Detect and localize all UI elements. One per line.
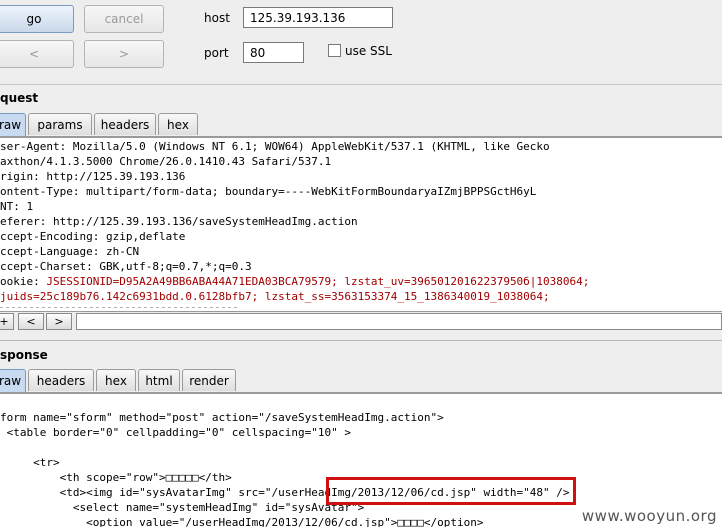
back-button[interactable]: < (0, 40, 74, 68)
tab-response-html[interactable]: html (138, 369, 180, 391)
response-line: <select name="systemHeadImg" id="sysAvat… (0, 501, 365, 514)
request-line: axthon/4.1.3.5000 Chrome/26.0.1410.43 Sa… (0, 155, 332, 168)
tab-request-headers[interactable]: headers (94, 113, 156, 135)
request-line: ccept-Language: zh-CN (0, 245, 140, 258)
request-prev-button[interactable]: < (18, 313, 44, 330)
toolbar-divider (0, 84, 722, 85)
response-line: form name="sform" method="post" action="… (0, 411, 444, 424)
host-label: host (204, 11, 230, 25)
response-line: <option value="/userHeadImg/2013/12/06/c… (0, 516, 484, 527)
response-tabs: raw headers hex html render (0, 369, 722, 393)
response-title: sponse (0, 348, 48, 362)
forward-button[interactable]: > (84, 40, 164, 68)
tab-response-raw[interactable]: raw (0, 369, 26, 392)
cropped-line (0, 305, 240, 310)
request-next-button[interactable]: > (46, 313, 72, 330)
cancel-button[interactable]: cancel (84, 5, 164, 33)
request-line: eferer: http://125.39.193.136/saveSystem… (0, 215, 358, 228)
request-line: rigin: http://125.39.193.136 (0, 170, 186, 183)
section-divider (0, 340, 722, 341)
ssl-label: use SSL (345, 44, 392, 58)
highlight-box (326, 477, 576, 505)
port-label: port (204, 46, 229, 60)
response-line: <th scope="row">□□□□□</th> (0, 471, 232, 484)
cookie-key: ookie: (0, 275, 47, 288)
cookie-value: JSESSIONID=D95A2A49BB6ABA44A71EDA03BCA79… (46, 275, 590, 288)
request-search-input[interactable] (76, 313, 722, 330)
request-line: ontent-Type: multipart/form-data; bounda… (0, 185, 537, 198)
response-line: <table border="0" cellpadding="0" cellsp… (0, 426, 351, 439)
tab-response-headers[interactable]: headers (28, 369, 94, 391)
cookie-line: ookie: JSESSIONID=D95A2A49BB6ABA44A71EDA… (0, 274, 589, 289)
host-input[interactable]: 125.39.193.136 (243, 7, 393, 28)
request-body[interactable]: ser-Agent: Mozilla/5.0 (Windows NT 6.1; … (0, 137, 722, 312)
tab-request-hex[interactable]: hex (158, 113, 198, 135)
tab-request-params[interactable]: params (28, 113, 92, 135)
cookie-value: juids=25c189b76.142c6931bdd.0.6128bfb7; … (0, 290, 550, 303)
request-line: NT: 1 (0, 200, 34, 213)
port-input[interactable]: 80 (243, 42, 304, 63)
response-line: <tr> (0, 456, 60, 469)
request-tabs: raw params headers hex (0, 113, 722, 137)
tab-request-raw[interactable]: raw (0, 113, 26, 136)
cookie-line: juids=25c189b76.142c6931bdd.0.6128bfb7; … (0, 289, 550, 304)
request-line: ser-Agent: Mozilla/5.0 (Windows NT 6.1; … (0, 140, 550, 153)
tab-response-hex[interactable]: hex (96, 369, 136, 391)
request-add-button[interactable]: + (0, 313, 14, 330)
go-button[interactable]: go (0, 5, 74, 33)
request-line: ccept-Encoding: gzip,deflate (0, 230, 186, 243)
ssl-checkbox[interactable] (328, 44, 341, 57)
tab-response-render[interactable]: render (182, 369, 236, 391)
watermark: www.wooyun.org (578, 507, 720, 525)
request-title: quest (0, 91, 39, 105)
request-line: ccept-Charset: GBK,utf-8;q=0.7,*;q=0.3 (0, 260, 252, 273)
